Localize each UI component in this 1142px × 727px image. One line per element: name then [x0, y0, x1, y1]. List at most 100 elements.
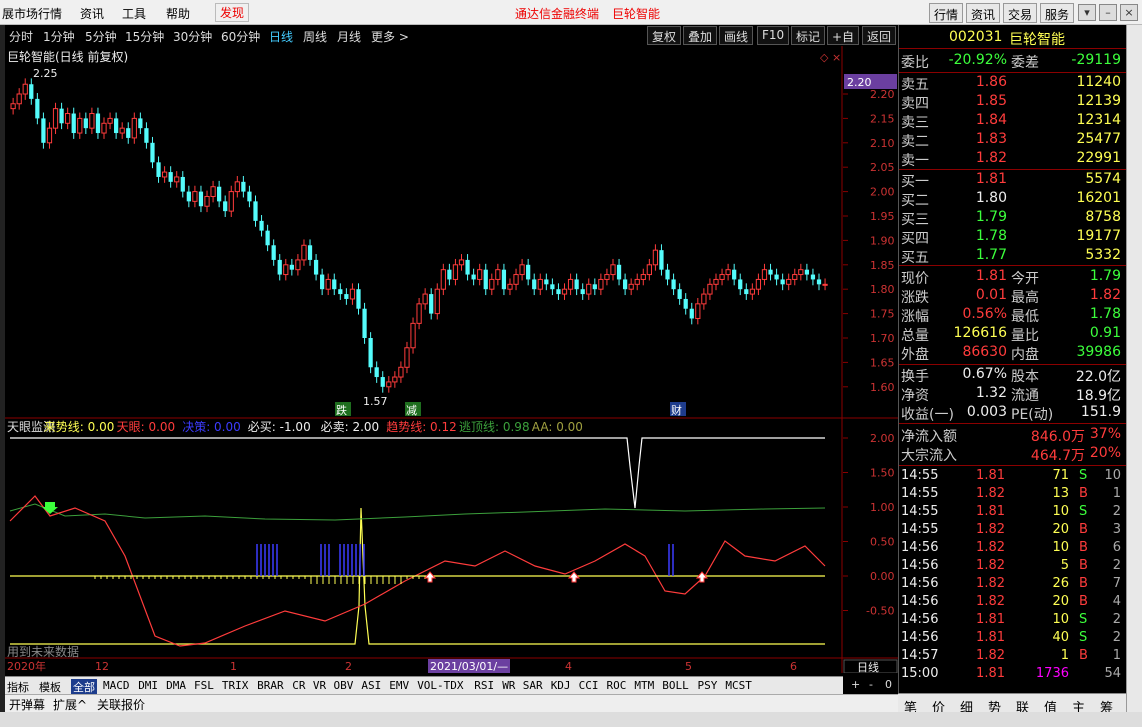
btn-fuquan[interactable]: 复权	[647, 26, 682, 45]
flow-row: 大宗流入 464.7万 20%	[901, 445, 1121, 464]
order-level[interactable]: 卖一 1.82 22991	[899, 150, 1127, 169]
danmu-button[interactable]: 开弹幕	[9, 696, 45, 713]
kline-chart[interactable]: 巨轮智能(日线 前复权) 2.25 1.57 跌 减 财 ◇ × 天眼监测来势线…	[5, 46, 843, 673]
indicator-tab[interactable]: KDJ	[551, 679, 571, 692]
indicator-tick: 2.00	[870, 432, 895, 445]
minimize-icon[interactable]: –	[1099, 4, 1117, 21]
indicator-tab[interactable]: VOL-TDX	[417, 679, 463, 692]
price-tick: 1.70	[870, 332, 895, 345]
weibi-label: 委比	[901, 55, 929, 71]
indicator-tick: 0.50	[870, 536, 895, 549]
close-panel-icon[interactable]: ×	[832, 51, 841, 64]
date-tick: 2	[345, 660, 352, 673]
order-level[interactable]: 卖二 1.83 25477	[899, 131, 1127, 150]
menu-discover[interactable]: 发现	[215, 3, 250, 22]
indicator-tab[interactable]: CCI	[579, 679, 599, 692]
btn-add-watch[interactable]: +自选	[827, 26, 860, 61]
price-tick: 1.75	[870, 308, 895, 321]
period-weekly[interactable]: 周线	[303, 28, 327, 45]
indicator-tab[interactable]: EMV	[389, 679, 409, 692]
btn-service[interactable]: 服务	[1040, 3, 1075, 23]
stat-row: 涨跌 0.01 最高 1.82	[901, 287, 1121, 306]
indicator-tab[interactable]: CR	[292, 679, 305, 692]
indicator-tab[interactable]: PSY	[698, 679, 718, 692]
stat-row: 总量 126616 量比 0.91	[901, 325, 1121, 344]
indicator-tab[interactable]: MCST	[725, 679, 752, 692]
menu-help[interactable]: 帮助	[166, 5, 190, 22]
indicator-tab[interactable]: RSI	[474, 679, 494, 692]
indicator-tab[interactable]: SAR	[523, 679, 543, 692]
period-5min[interactable]: 5分钟	[85, 28, 117, 45]
btn-overlay[interactable]: 叠加	[683, 26, 718, 45]
marker-die[interactable]: 跌	[336, 403, 347, 417]
period-fenshi[interactable]: 分时	[9, 28, 33, 45]
order-level[interactable]: 买三 1.79 8758	[899, 209, 1127, 228]
indicator-tab[interactable]: MTM	[634, 679, 654, 692]
chart-title: 巨轮智能(日线 前复权)	[7, 49, 128, 64]
indicator-tab[interactable]: MACD	[103, 679, 130, 692]
btn-mark[interactable]: 标记	[791, 26, 826, 45]
price-tick: 2.15	[870, 112, 895, 125]
order-level[interactable]: 买一 1.81 5574	[899, 171, 1127, 190]
indicator-legend-item: 决策: 0.00	[182, 420, 241, 434]
indicator-tab[interactable]: BOLL	[662, 679, 689, 692]
period-30min[interactable]: 30分钟	[173, 28, 212, 45]
order-level[interactable]: 卖五 1.86 11240	[899, 74, 1127, 93]
btn-draw[interactable]: 画线	[719, 26, 754, 45]
order-level[interactable]: 买五 1.77 5332	[899, 247, 1127, 266]
indicator-tab[interactable]: WR	[502, 679, 515, 692]
related-quote-button[interactable]: 关联报价	[97, 696, 145, 713]
indicator-legend-item: 必卖: 2.00	[321, 420, 380, 434]
close-icon[interactable]: ×	[1120, 4, 1138, 21]
zoom-reset-button[interactable]: 0	[885, 678, 892, 691]
expand-button[interactable]: 扩展^	[53, 696, 87, 713]
indicator-tab[interactable]: FSL	[194, 679, 214, 692]
indicator-tab[interactable]: TRIX	[222, 679, 249, 692]
zoom-out-button[interactable]: -	[869, 678, 873, 691]
price-axis: 2.20 2.15 2.10 2.05 2.00 1.95 1.90 1.85 1.80 1.75…	[843, 46, 898, 673]
trade-row: 15:00 1.81 1736 54	[901, 666, 1121, 681]
menu-dropdown-icon[interactable]: ▾	[1078, 4, 1096, 21]
indicator-tab[interactable]: 模板	[39, 679, 61, 695]
trade-row: 14:56 1.82 10 B 6	[901, 540, 1121, 555]
indicator-tab[interactable]: ASI	[361, 679, 381, 692]
period-daily[interactable]: 日线	[269, 28, 293, 45]
period-more[interactable]: 更多 >	[371, 28, 409, 45]
indicator-tab[interactable]: BRAR	[257, 679, 284, 692]
period-60min[interactable]: 60分钟	[221, 28, 260, 45]
price-tick: 1.65	[870, 356, 895, 369]
indicator-tab[interactable]: OBV	[334, 679, 354, 692]
btn-back[interactable]: 返回	[862, 26, 897, 45]
stat-row: 外盘 86630 内盘 39986	[901, 344, 1121, 363]
menu-tools[interactable]: 工具	[122, 5, 146, 22]
indicator-tab[interactable]: ROC	[607, 679, 627, 692]
order-level[interactable]: 卖四 1.85 12139	[899, 93, 1127, 112]
indicator-tab-bar: 指标 模板 全部 MACD DMI DMA FSL TRIX BRAR CR VR OBV ASI EMV…	[5, 676, 865, 695]
period-15min[interactable]: 15分钟	[125, 28, 164, 45]
indicator-tab[interactable]: 全部	[71, 679, 97, 695]
period-1min[interactable]: 1分钟	[43, 28, 75, 45]
indicator-tab[interactable]: 指标	[7, 679, 29, 695]
period-monthly[interactable]: 月线	[337, 28, 361, 45]
order-level[interactable]: 买四 1.78 19177	[899, 228, 1127, 247]
diamond-icon[interactable]: ◇	[820, 51, 829, 64]
btn-quotes[interactable]: 行情	[929, 3, 964, 23]
indicator-tab[interactable]: VR	[313, 679, 326, 692]
indicator-tab[interactable]: DMA	[166, 679, 186, 692]
zoom-in-button[interactable]: +	[851, 678, 860, 691]
date-tick: 12	[95, 660, 109, 673]
indicator-tab[interactable]: DMI	[138, 679, 158, 692]
btn-trade[interactable]: 交易	[1003, 3, 1038, 23]
weibi-value: -20.92%	[948, 52, 1007, 68]
order-level[interactable]: 买二 1.80 16201	[899, 190, 1127, 209]
btn-f10[interactable]: F10	[757, 26, 790, 45]
marker-jian[interactable]: 减	[406, 404, 417, 417]
quote-panel: 002031 巨轮智能 委比 -20.92% 委差 -29119 卖五 1.86 1…	[898, 25, 1127, 715]
menu-market[interactable]: 展市场行情	[2, 5, 62, 22]
indicator-tick: -0.50	[866, 605, 894, 618]
order-level[interactable]: 卖三 1.84 12314	[899, 112, 1127, 131]
marker-cai[interactable]: 财	[671, 403, 682, 417]
btn-info[interactable]: 资讯	[966, 3, 1001, 23]
menu-news[interactable]: 资讯	[80, 5, 104, 22]
right-scrollbar[interactable]	[1126, 25, 1142, 715]
